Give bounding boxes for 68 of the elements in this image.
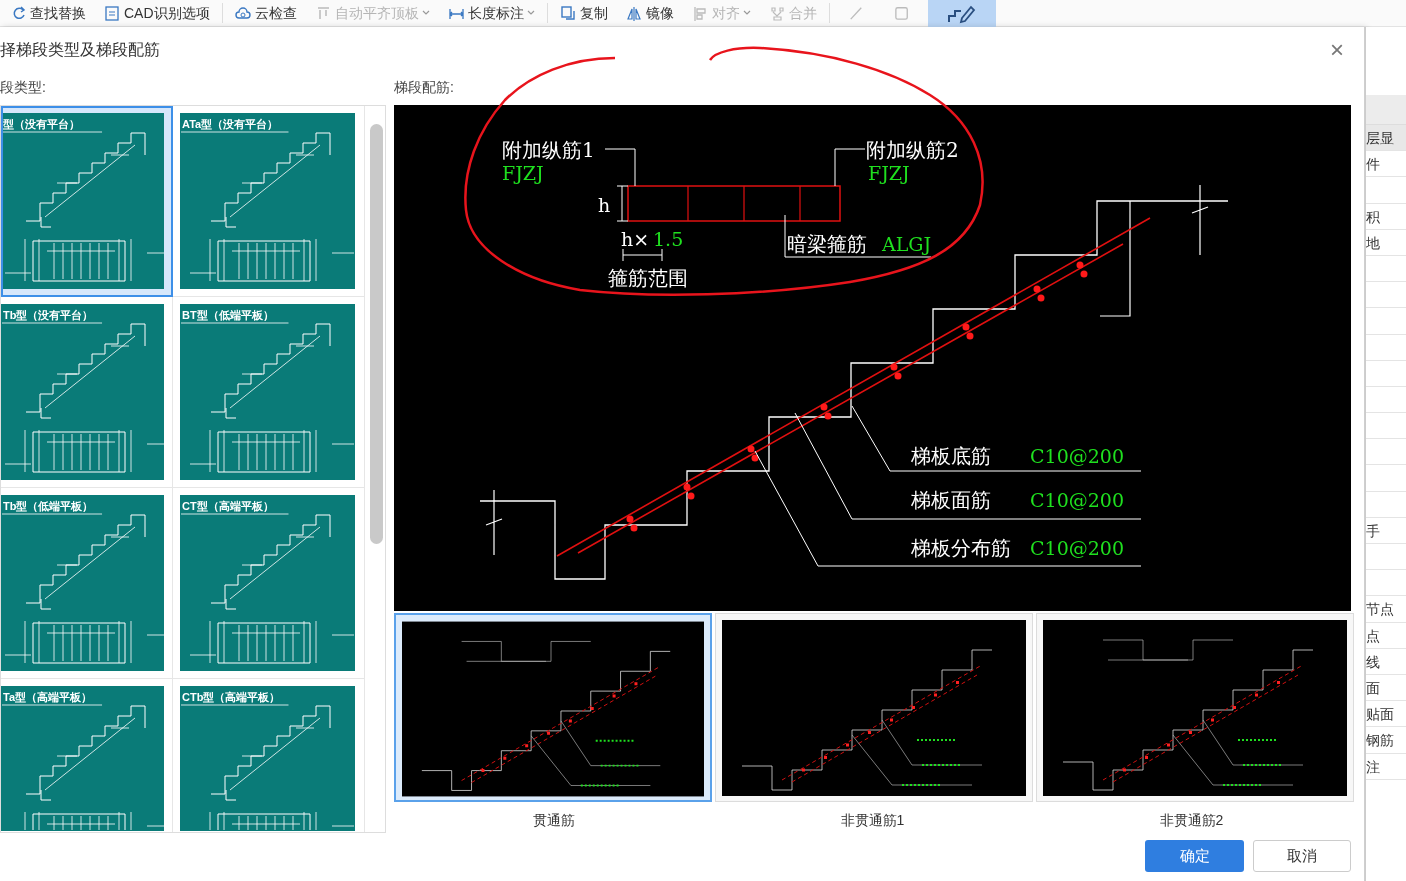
dimension-label: h× — [621, 228, 650, 250]
panel-item[interactable]: 钢筋 — [1366, 727, 1406, 754]
panel-item[interactable]: 节点 — [1366, 596, 1406, 623]
toolbar-button[interactable]: CAD识别选项 — [98, 0, 216, 27]
mirror-icon — [625, 4, 643, 22]
stair-type-option[interactable]: Tb型（低端平板） — [1, 488, 173, 679]
dimension-factor: 1.5 — [653, 228, 684, 250]
merge-icon — [768, 4, 786, 22]
stair-type-option[interactable]: CT型（高端平板） — [173, 488, 365, 679]
section-label: 梯段配筋: — [394, 77, 454, 97]
rebar-name: 梯板面筋 — [911, 488, 991, 512]
section-label: 段类型: — [0, 77, 47, 97]
rebar-label: 附加纵筋2 — [866, 138, 959, 162]
ok-button[interactable]: 确定 — [1145, 840, 1244, 872]
stair-type-title: Tb型（没有平台） — [3, 309, 94, 321]
rebar-label: 附加纵筋1 — [502, 138, 595, 162]
panel-header-bar — [1366, 95, 1406, 125]
stair-type-title: CTb型（高端平板） — [182, 691, 281, 703]
panel-item[interactable]: 层显 — [1366, 125, 1406, 152]
beam-label: 暗梁箍筋 — [787, 232, 867, 256]
rebar-code: FJZJ — [502, 162, 544, 184]
stair-type-option[interactable]: 型（没有平台） — [1, 106, 173, 297]
panel-item[interactable]: 贴面 — [1366, 701, 1406, 728]
cancel-button[interactable]: 取消 — [1253, 840, 1351, 872]
toolbar-button[interactable]: 云检查 — [228, 0, 303, 27]
toolbar-button[interactable]: 镜像 — [619, 0, 680, 27]
tool-button[interactable] — [927, 0, 996, 27]
rebar-spec: C10@200 — [1030, 445, 1124, 467]
toolbar-button[interactable]: 查找替换 — [4, 0, 92, 27]
panel-item[interactable]: 积 — [1366, 203, 1406, 230]
stair-type-title: Ta型（高端平板） — [3, 691, 93, 703]
rebar-spec: C10@200 — [1030, 489, 1124, 511]
rebar-name: 梯板分布筋 — [911, 536, 1011, 560]
beam-code: ALGJ — [882, 233, 932, 255]
stair-type-option[interactable]: Ta型（高端平板） — [1, 679, 173, 832]
panel-item[interactable]: 线 — [1366, 648, 1406, 675]
stair-type-option[interactable]: CTb型（高端平板） — [173, 679, 365, 832]
rebar-code: FJZJ — [868, 162, 910, 184]
dialog-title: 择梯段类型及梯段配筋 — [0, 39, 160, 60]
stair-type-option[interactable]: Tb型（没有平台） — [1, 297, 173, 488]
dimension-label: h — [598, 194, 611, 216]
scrollbar-thumb[interactable] — [370, 124, 383, 544]
panel-item[interactable]: 面 — [1366, 674, 1406, 702]
option-caption: 贯通筋 — [531, 811, 576, 830]
copy-icon — [559, 4, 577, 22]
document-icon — [104, 4, 121, 22]
panel-item[interactable]: 点 — [1366, 622, 1406, 649]
close-button[interactable]: × — [1324, 36, 1350, 63]
toolbar-button[interactable]: 长度标注 — [441, 0, 541, 27]
stair-type-title: Tb型（低端平板） — [3, 500, 94, 512]
panel-item[interactable]: 手 — [1366, 517, 1406, 544]
option-caption: 非贯通筋1 — [839, 811, 906, 830]
range-label: 箍筋范围 — [608, 266, 688, 290]
panel-item[interactable]: 注 — [1366, 753, 1406, 780]
rebar-name: 梯板底筋 — [911, 444, 991, 468]
stair-type-option[interactable]: BT型（低端平板） — [173, 297, 365, 488]
stair-type-title: CT型（高端平板） — [182, 500, 274, 512]
cloud-icon — [234, 4, 252, 22]
option-caption: 非贯通筋2 — [1158, 811, 1225, 830]
align-icon — [691, 4, 709, 22]
panel-item[interactable]: 件 — [1366, 151, 1406, 178]
stair-type-title: BT型（低端平板） — [182, 309, 274, 321]
stair-type-title: 型（没有平台） — [3, 118, 80, 130]
rebar-spec: C10@200 — [1030, 537, 1124, 559]
stair-type-title: ATa型（没有平台） — [182, 118, 279, 130]
toolbar-button[interactable]: 复制 — [553, 0, 614, 27]
stair-type-option[interactable]: ATa型（没有平台） — [173, 106, 365, 297]
panel-item[interactable]: 地 — [1366, 229, 1406, 256]
